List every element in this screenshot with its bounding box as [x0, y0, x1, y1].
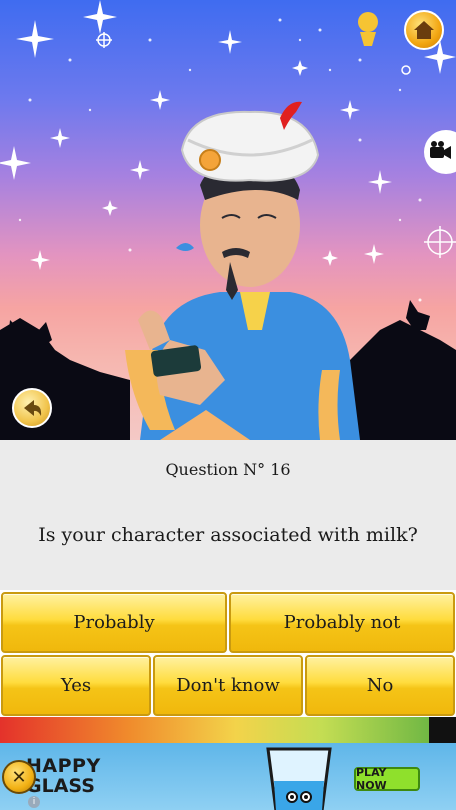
ad-close-button[interactable]: ✕: [2, 760, 36, 794]
answer-probably-not-button[interactable]: Probably not: [229, 592, 455, 653]
question-number: Question N° 16: [165, 460, 291, 479]
question-text: Is your character associated with milk?: [38, 524, 418, 546]
ad-title-line2: GLASS: [26, 775, 95, 797]
ad-play-now-button[interactable]: PLAY NOW: [354, 766, 420, 792]
progress-fill: [0, 717, 429, 743]
kid-avatar-icon[interactable]: [358, 12, 378, 46]
answer-no-button[interactable]: No: [305, 655, 455, 716]
ad-title-line1: HAPPY: [26, 755, 101, 777]
answer-dont-know-button[interactable]: Don't know: [153, 655, 303, 716]
glass-icon: [266, 747, 332, 810]
home-icon: [414, 21, 434, 39]
progress-bar: [0, 717, 456, 743]
ad-info-icon[interactable]: i: [28, 796, 40, 808]
back-arrow-icon: [24, 400, 42, 416]
back-button[interactable]: [12, 388, 52, 428]
answer-probably-button[interactable]: Probably: [1, 592, 227, 653]
genie-illustration: [0, 0, 456, 440]
home-button[interactable]: [404, 10, 444, 50]
ad-banner[interactable]: HAPPY GLASS PLAY NOW: [0, 743, 456, 810]
genie-character: [125, 101, 360, 440]
close-icon: ✕: [11, 766, 27, 788]
question-panel: Question N° 16 Is your character associa…: [0, 440, 456, 590]
video-reward-button[interactable]: [424, 130, 456, 174]
answer-yes-button[interactable]: Yes: [1, 655, 151, 716]
genie-scene: [0, 0, 456, 440]
video-camera-icon: [430, 141, 451, 159]
